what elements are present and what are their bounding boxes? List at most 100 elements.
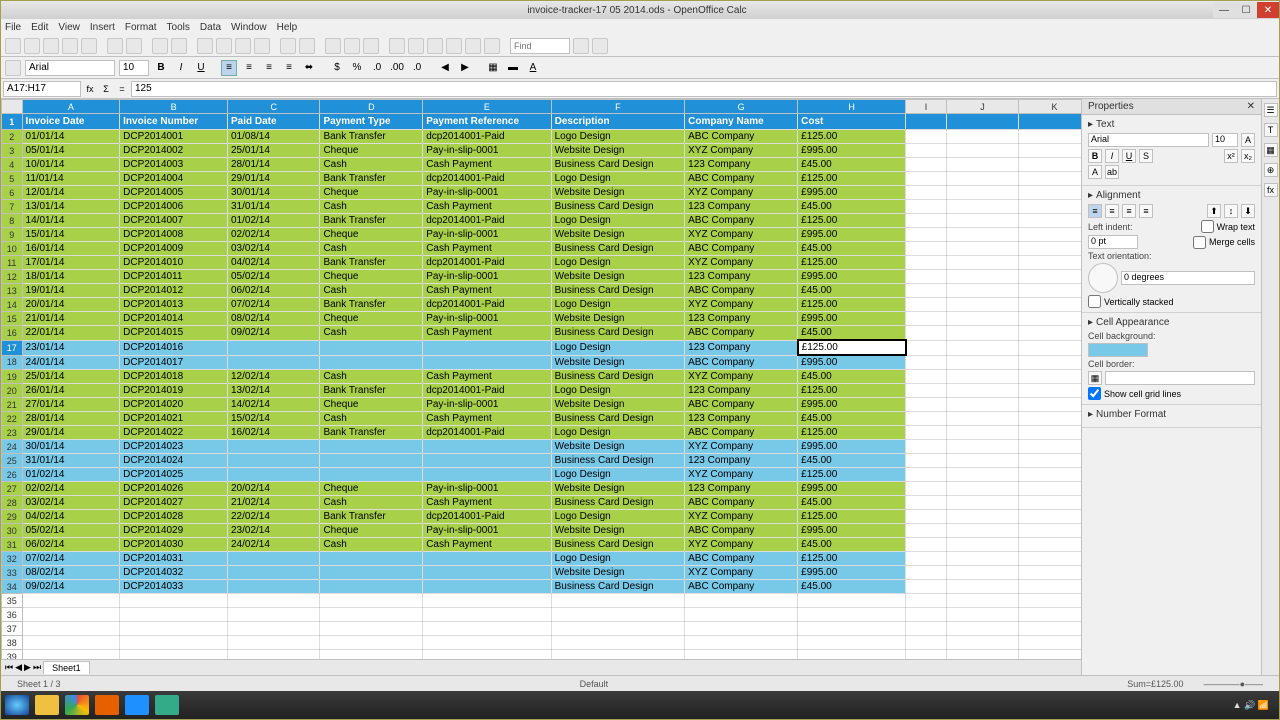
cell[interactable] (320, 594, 423, 608)
cell[interactable]: ABC Company (685, 552, 798, 566)
cell[interactable]: XYZ Company (685, 228, 798, 242)
align-left-button[interactable]: ≡ (221, 60, 237, 76)
cell[interactable]: Website Design (551, 482, 685, 496)
cell[interactable]: Business Card Design (551, 496, 685, 510)
col-header-F[interactable]: F (551, 100, 685, 114)
cell[interactable]: Cash (320, 370, 423, 384)
cell[interactable]: 31/01/14 (22, 454, 120, 468)
cell[interactable] (947, 454, 1019, 468)
cell[interactable]: £45.00 (798, 326, 906, 341)
cell[interactable] (228, 650, 320, 660)
cell[interactable] (906, 340, 947, 355)
cell[interactable]: ABC Company (685, 355, 798, 370)
cell[interactable]: dcp2014001-Paid (423, 426, 551, 440)
print-icon[interactable] (107, 38, 123, 54)
sb-grow-icon[interactable]: A (1241, 133, 1255, 147)
cell[interactable] (685, 608, 798, 622)
cell[interactable] (947, 114, 1019, 130)
col-header-B[interactable]: B (120, 100, 228, 114)
cell[interactable]: DCP2014001 (120, 130, 228, 144)
cell[interactable]: Cash Payment (423, 284, 551, 298)
cell[interactable] (906, 468, 947, 482)
cell[interactable]: 15/02/14 (228, 412, 320, 426)
cell[interactable]: 03/02/14 (22, 496, 120, 510)
cell[interactable]: 05/02/14 (22, 524, 120, 538)
cell[interactable]: £45.00 (798, 412, 906, 426)
chrome-icon[interactable] (65, 695, 89, 715)
cell[interactable] (685, 622, 798, 636)
cell[interactable]: Logo Design (551, 214, 685, 228)
row-header[interactable]: 26 (2, 468, 23, 482)
row-header[interactable]: 1 (2, 114, 23, 130)
cell[interactable]: 02/02/14 (228, 228, 320, 242)
cell[interactable]: DCP2014019 (120, 384, 228, 398)
find-input[interactable] (510, 38, 570, 54)
cell[interactable] (906, 298, 947, 312)
cell[interactable]: DCP2014009 (120, 242, 228, 256)
cell[interactable] (1019, 228, 1082, 242)
cell[interactable] (1019, 412, 1082, 426)
col-header-A[interactable]: A (22, 100, 120, 114)
cell[interactable] (947, 468, 1019, 482)
row-header[interactable]: 22 (2, 412, 23, 426)
cell[interactable] (906, 454, 947, 468)
font-name-combo[interactable]: Arial (25, 60, 115, 76)
sb-align-left[interactable]: ≡ (1088, 204, 1102, 218)
cell[interactable]: Cash (320, 496, 423, 510)
cell[interactable]: £125.00 (798, 340, 906, 355)
cell[interactable]: 01/01/14 (22, 130, 120, 144)
cell[interactable]: Pay-in-slip-0001 (423, 144, 551, 158)
cell[interactable]: XYZ Company (685, 510, 798, 524)
sb-font-combo[interactable]: Arial (1088, 133, 1209, 147)
cell[interactable]: 123 Company (685, 340, 798, 355)
cell[interactable]: Logo Design (551, 468, 685, 482)
cell[interactable]: Logo Design (551, 384, 685, 398)
cell[interactable]: DCP2014010 (120, 256, 228, 270)
sidebar-close-icon[interactable]: ✕ (1247, 101, 1255, 112)
cell[interactable]: DCP2014024 (120, 454, 228, 468)
sb-underline-button[interactable]: U (1122, 149, 1136, 163)
cell[interactable]: ABC Company (685, 580, 798, 594)
cell[interactable]: DCP2014032 (120, 566, 228, 580)
row-header[interactable]: 3 (2, 144, 23, 158)
cell[interactable]: £45.00 (798, 496, 906, 510)
cell[interactable] (906, 566, 947, 580)
row-header[interactable]: 7 (2, 200, 23, 214)
cell[interactable]: 28/01/14 (22, 412, 120, 426)
cell[interactable]: Business Card Design (551, 370, 685, 384)
cell[interactable]: £45.00 (798, 580, 906, 594)
cell[interactable] (947, 412, 1019, 426)
row-header[interactable]: 21 (2, 398, 23, 412)
cell[interactable] (1019, 326, 1082, 341)
zoom-icon[interactable] (465, 38, 481, 54)
cell[interactable] (798, 636, 906, 650)
cell[interactable]: DCP2014027 (120, 496, 228, 510)
cell[interactable]: Cheque (320, 398, 423, 412)
cell[interactable] (22, 650, 120, 660)
cell[interactable] (120, 622, 228, 636)
cell[interactable] (947, 270, 1019, 284)
row-header[interactable]: 8 (2, 214, 23, 228)
cell[interactable]: Logo Design (551, 552, 685, 566)
row-header[interactable]: 13 (2, 284, 23, 298)
cell[interactable] (320, 636, 423, 650)
cell[interactable] (1019, 298, 1082, 312)
explorer-icon[interactable] (35, 695, 59, 715)
cell[interactable]: Cash (320, 242, 423, 256)
cell[interactable] (1019, 636, 1082, 650)
cell[interactable] (947, 510, 1019, 524)
copy-icon[interactable] (216, 38, 232, 54)
cell[interactable]: £45.00 (798, 454, 906, 468)
cell[interactable]: 12/01/14 (22, 186, 120, 200)
cell[interactable]: 123 Company (685, 384, 798, 398)
cell[interactable]: Logo Design (551, 172, 685, 186)
cell[interactable] (947, 284, 1019, 298)
cell[interactable]: 22/02/14 (228, 510, 320, 524)
cell[interactable]: DCP2014012 (120, 284, 228, 298)
cell[interactable] (228, 608, 320, 622)
cell[interactable] (423, 636, 551, 650)
cell[interactable] (120, 636, 228, 650)
cell[interactable]: Business Card Design (551, 454, 685, 468)
cell[interactable]: Bank Transfer (320, 510, 423, 524)
cell[interactable] (120, 608, 228, 622)
